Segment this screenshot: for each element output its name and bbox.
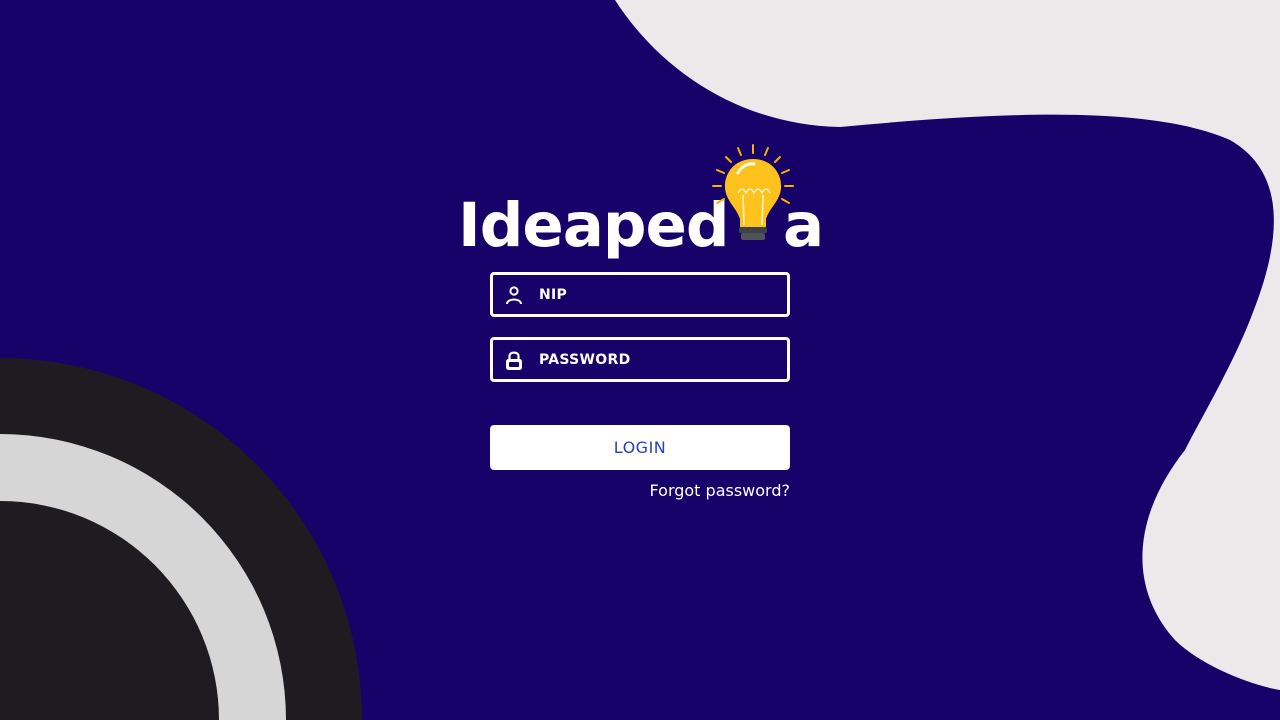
user-icon <box>503 284 525 306</box>
brand-logo: Ideaped a <box>458 143 828 263</box>
password-input[interactable] <box>525 339 787 380</box>
nip-input[interactable] <box>525 274 787 315</box>
forgot-password-link[interactable]: Forgot password? <box>490 481 790 500</box>
password-field[interactable] <box>490 337 790 382</box>
login-button[interactable]: LOGIN <box>490 425 790 470</box>
nip-field[interactable] <box>490 272 790 317</box>
logo-text: Ideaped <box>458 190 730 261</box>
lock-icon <box>503 349 525 371</box>
logo-text-tail: a <box>783 190 825 261</box>
login-page: Ideaped a NIP LOGIN Forgot password? <box>0 0 1280 720</box>
